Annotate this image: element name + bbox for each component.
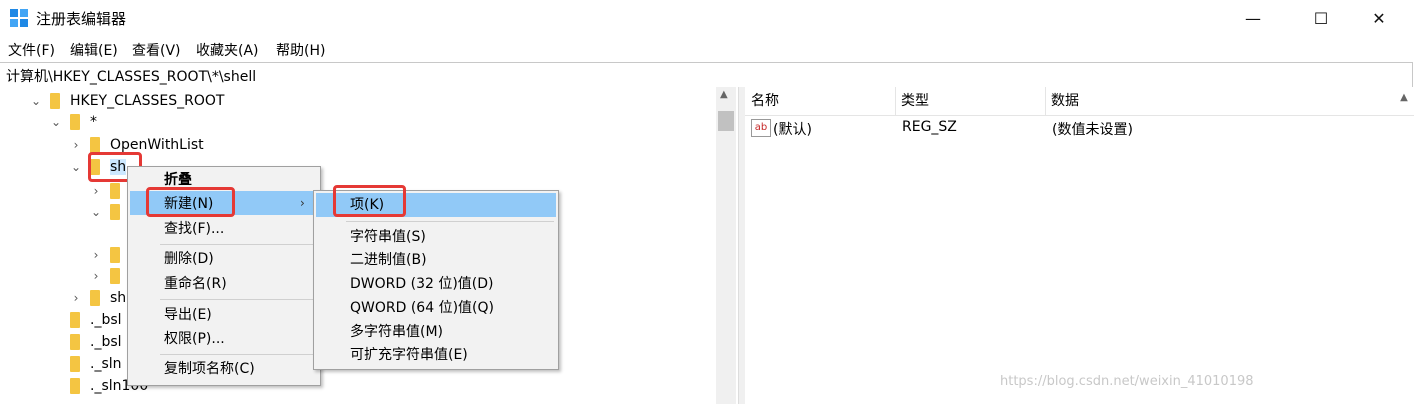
watermark: https://blog.csdn.net/weixin_41010198 [1000, 374, 1254, 389]
table-row[interactable]: ab (默认) REG_SZ (数值未设置) [745, 117, 1414, 139]
tree-node-label: ._bsl [90, 334, 122, 350]
tree-node-hkcr[interactable]: ⌄ HKEY_CLASSES_ROOT [30, 90, 224, 112]
menu-file[interactable]: 文件(F) [8, 40, 55, 60]
tree-node-child[interactable]: ⌄ [90, 201, 120, 223]
column-name[interactable]: 名称 [745, 87, 896, 115]
folder-icon [70, 312, 80, 328]
menu-separator [160, 299, 316, 300]
scroll-up-icon[interactable]: ▲ [1394, 88, 1414, 108]
submenu-item-expandable-string[interactable]: 可扩充字符串值(E) [350, 343, 468, 367]
tree-node-shell-sibling[interactable]: › sh [70, 287, 126, 309]
tree-node-label: ._bsl [90, 312, 122, 328]
title-bar: 注册表编辑器 — ☐ ✕ [0, 0, 1414, 36]
folder-icon [110, 247, 120, 263]
chevron-down-icon[interactable]: ⌄ [70, 161, 82, 173]
tree-node-label: OpenWithList [110, 137, 204, 153]
menu-item-find[interactable]: 查找(F)... [164, 217, 224, 241]
annotation-box-key [333, 185, 406, 217]
new-submenu: 项(K) 字符串值(S) 二进制值(B) DWORD (32 位)值(D) QW… [313, 190, 559, 370]
folder-icon [110, 268, 120, 284]
value-name: (默认) [773, 122, 812, 138]
chevron-right-icon[interactable]: › [90, 249, 102, 261]
folder-icon [50, 93, 60, 109]
scrollbar-thumb[interactable] [718, 111, 734, 131]
tree-node-child[interactable]: › [90, 244, 120, 266]
window-title: 注册表编辑器 [36, 10, 127, 28]
menu-separator [346, 221, 554, 222]
address-path: 计算机\HKEY_CLASSES_ROOT\*\shell [6, 69, 257, 85]
tree-node-star[interactable]: ⌄ * [50, 111, 97, 133]
annotation-box-new [146, 187, 235, 217]
chevron-right-icon[interactable]: › [90, 185, 102, 197]
submenu-item-binary[interactable]: 二进制值(B) [350, 248, 427, 272]
tree-node-item[interactable]: ._bsl [50, 309, 122, 331]
values-pane: 名称 类型 数据 ab (默认) REG_SZ (数值未设置) [745, 87, 1414, 404]
tree-node-label: HKEY_CLASSES_ROOT [70, 93, 225, 109]
menu-item-copy-key-name[interactable]: 复制项名称(C) [164, 357, 255, 381]
submenu-item-multi-string[interactable]: 多字符串值(M) [350, 320, 443, 344]
value-data: (数值未设置) [1052, 122, 1133, 138]
folder-icon [90, 137, 100, 153]
chevron-down-icon[interactable]: ⌄ [30, 95, 42, 107]
submenu-item-dword[interactable]: DWORD (32 位)值(D) [350, 272, 494, 296]
menu-separator [160, 244, 316, 245]
submenu-item-qword[interactable]: QWORD (64 位)值(Q) [350, 296, 494, 320]
scroll-up-icon[interactable]: ▲ [720, 89, 728, 100]
tree-node-child[interactable]: › [90, 180, 120, 202]
folder-icon [70, 378, 80, 394]
folder-icon [110, 204, 120, 220]
tree-node-item[interactable]: ._bsl [50, 331, 122, 353]
folder-icon [70, 114, 80, 130]
tree-scrollbar[interactable]: ▲ [716, 87, 736, 404]
column-data[interactable]: 数据 [1045, 87, 1401, 115]
close-button[interactable]: ✕ [1356, 0, 1402, 36]
tree-node-item[interactable]: ._sln [50, 353, 122, 375]
column-type[interactable]: 类型 [895, 87, 1046, 115]
menu-item-permissions[interactable]: 权限(P)... [164, 327, 225, 351]
menu-item-rename[interactable]: 重命名(R) [164, 272, 227, 296]
chevron-right-icon[interactable]: › [90, 270, 102, 282]
submenu-item-string[interactable]: 字符串值(S) [350, 225, 426, 249]
maximize-button[interactable]: ☐ [1298, 0, 1344, 36]
folder-icon [70, 334, 80, 350]
regedit-app-icon [10, 9, 28, 27]
menu-item-delete[interactable]: 删除(D) [164, 247, 214, 271]
chevron-right-icon[interactable]: › [70, 292, 82, 304]
address-bar[interactable]: 计算机\HKEY_CLASSES_ROOT\*\shell [0, 62, 1413, 88]
string-value-icon: ab [751, 119, 771, 137]
folder-icon [90, 290, 100, 306]
folder-icon [110, 183, 120, 199]
menu-separator [160, 354, 316, 355]
tree-node-label: ._sln [90, 356, 122, 372]
menu-edit[interactable]: 编辑(E) [70, 40, 118, 60]
chevron-down-icon[interactable]: ⌄ [90, 206, 102, 218]
folder-icon [70, 356, 80, 372]
menu-help[interactable]: 帮助(H) [276, 40, 325, 60]
column-header: 名称 类型 数据 [745, 87, 1414, 116]
chevron-down-icon[interactable]: ⌄ [50, 116, 62, 128]
menu-item-export[interactable]: 导出(E) [164, 303, 212, 327]
menu-bar: 文件(F) 编辑(E) 查看(V) 收藏夹(A) 帮助(H) [0, 36, 1414, 62]
tree-node-label: sh [110, 290, 127, 306]
tree-node-label: * [90, 114, 97, 130]
minimize-button[interactable]: — [1230, 0, 1276, 36]
menu-view[interactable]: 查看(V) [132, 40, 181, 60]
chevron-right-icon: › [300, 196, 305, 210]
tree-node-child[interactable]: › [90, 265, 120, 287]
value-type: REG_SZ [902, 119, 957, 135]
chevron-right-icon[interactable]: › [70, 139, 82, 151]
menu-favorites[interactable]: 收藏夹(A) [196, 40, 259, 60]
